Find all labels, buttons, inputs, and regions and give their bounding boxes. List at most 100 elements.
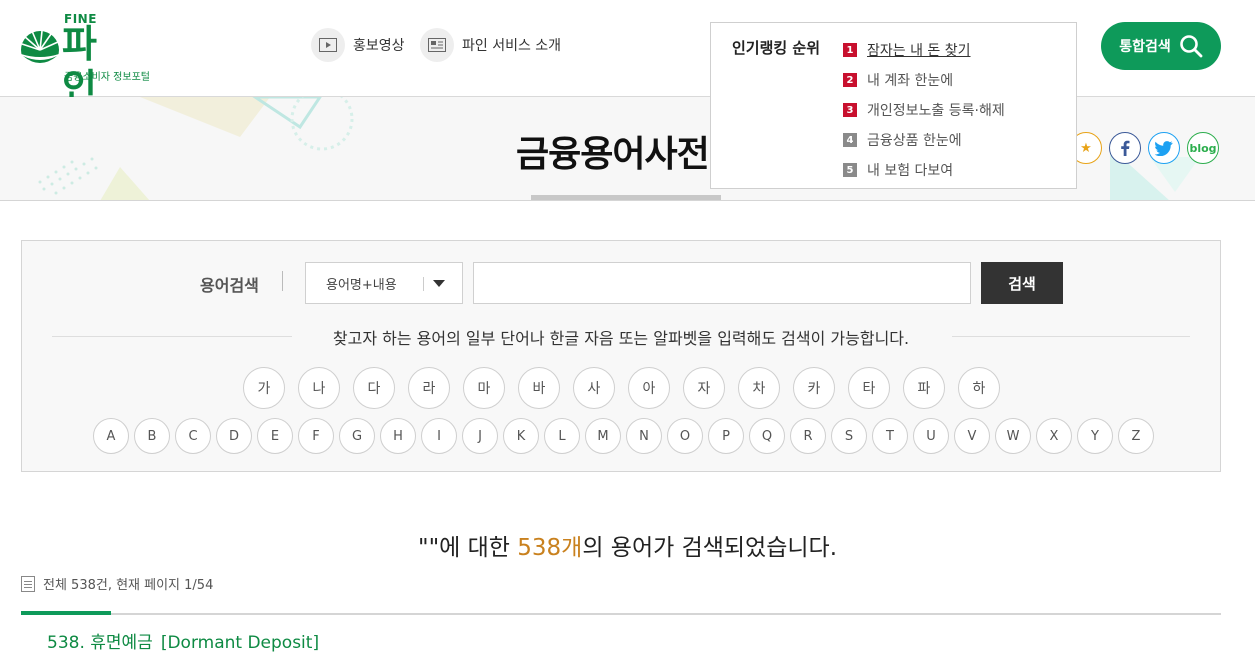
alphabet-filter-button[interactable]: C	[175, 418, 211, 454]
promo-video-link[interactable]: 홍보영상	[311, 28, 405, 62]
service-intro-link[interactable]: 파인 서비스 소개	[420, 28, 561, 62]
korean-filter-button[interactable]: 타	[848, 367, 890, 409]
korean-filter-button[interactable]: 가	[243, 367, 285, 409]
fine-logo[interactable]: FINE 파 인 금융소비자 정보포털	[20, 12, 160, 110]
korean-filter-button[interactable]: 라	[408, 367, 450, 409]
alphabet-filter-button[interactable]: A	[93, 418, 129, 454]
alphabet-filter-button[interactable]: I	[421, 418, 457, 454]
result-count: 538개	[517, 535, 583, 561]
ranking-item[interactable]: 5 내 보험 다보여	[843, 155, 1005, 185]
select-divider	[423, 277, 424, 291]
alphabet-filter-button[interactable]: J	[462, 418, 498, 454]
alphabet-filter-button[interactable]: T	[872, 418, 908, 454]
rank-number-badge: 3	[843, 103, 857, 117]
search-scope-value: 용어명+내용	[326, 277, 397, 293]
result-heading-suffix: 의 용어가 검색되었습니다.	[582, 535, 838, 561]
alphabet-filter-button[interactable]: K	[503, 418, 539, 454]
popular-ranking-panel: 인기랭킹 순위 1 잠자는 내 돈 찾기 2 내 계좌 한눈에 3 개인정보노출…	[710, 22, 1077, 189]
alphabet-filter-button[interactable]: U	[913, 418, 949, 454]
chevron-down-icon	[433, 280, 445, 287]
service-intro-label: 파인 서비스 소개	[462, 38, 562, 54]
result-divider-accent	[21, 611, 111, 615]
korean-filter-button[interactable]: 하	[958, 367, 1000, 409]
alphabet-filter-button[interactable]: D	[216, 418, 252, 454]
ranking-item-label: 개인정보노출 등록·해제	[867, 103, 1005, 119]
alphabet-filter-button[interactable]: Z	[1118, 418, 1154, 454]
label-divider	[282, 271, 283, 291]
title-underline	[531, 195, 721, 200]
alphabet-filter-button[interactable]: M	[585, 418, 621, 454]
result-meta: 전체 538건, 현재 페이지 1/54	[21, 574, 213, 593]
korean-filter-button[interactable]: 파	[903, 367, 945, 409]
korean-filter-button[interactable]: 사	[573, 367, 615, 409]
result-term-link[interactable]: 538. 휴면예금 [Dormant Deposit]	[47, 628, 319, 653]
korean-filter-button[interactable]: 자	[683, 367, 725, 409]
result-summary-heading: ""에 대한 538개의 용어가 검색되었습니다.	[0, 528, 1255, 562]
ranking-item[interactable]: 3 개인정보노출 등록·해제	[843, 95, 1005, 125]
alphabet-filter-button[interactable]: X	[1036, 418, 1072, 454]
alphabet-filter-button[interactable]: P	[708, 418, 744, 454]
play-icon	[311, 28, 345, 62]
ranking-list: 1 잠자는 내 돈 찾기 2 내 계좌 한눈에 3 개인정보노출 등록·해제 4…	[843, 35, 1005, 185]
alphabet-filter-button[interactable]: Y	[1077, 418, 1113, 454]
search-hint-text: 찾고자 하는 용어의 일부 단어나 한글 자음 또는 알파벳을 입력해도 검색이…	[318, 329, 924, 348]
result-term-title: 538. 휴면예금	[47, 633, 153, 653]
alphabet-filter-button[interactable]: B	[134, 418, 170, 454]
search-icon	[1179, 35, 1203, 58]
result-meta-text: 전체 538건, 현재 페이지 1/54	[43, 578, 214, 593]
term-search-input[interactable]	[473, 262, 971, 304]
integrated-search-button[interactable]: 통합검색	[1101, 22, 1221, 70]
blog-icon[interactable]: blog	[1187, 132, 1219, 164]
page-title: 금융용어사전	[516, 134, 710, 175]
alphabet-filter-button[interactable]: Q	[749, 418, 785, 454]
result-term-english: [Dormant Deposit]	[160, 633, 320, 653]
result-heading-prefix: ""에 대한	[417, 535, 518, 561]
rank-number-badge: 5	[843, 163, 857, 177]
facebook-icon[interactable]	[1109, 132, 1141, 164]
korean-filter-button[interactable]: 아	[628, 367, 670, 409]
twitter-icon[interactable]	[1148, 132, 1180, 164]
ranking-item[interactable]: 1 잠자는 내 돈 찾기	[843, 35, 1005, 65]
ranking-item[interactable]: 2 내 계좌 한눈에	[843, 65, 1005, 95]
korean-filter-button[interactable]: 카	[793, 367, 835, 409]
alphabet-filter-button[interactable]: G	[339, 418, 375, 454]
integrated-search-label: 통합검색	[1119, 39, 1171, 55]
search-hint: 찾고자 하는 용어의 일부 단어나 한글 자음 또는 알파벳을 입력해도 검색이…	[22, 325, 1220, 349]
korean-filter-button[interactable]: 다	[353, 367, 395, 409]
search-scope-select[interactable]: 용어명+내용	[305, 262, 463, 304]
logo-mark-icon	[21, 30, 59, 70]
korean-filter-button[interactable]: 나	[298, 367, 340, 409]
rank-number-badge: 4	[843, 133, 857, 147]
korean-filter-button[interactable]: 차	[738, 367, 780, 409]
alphabet-filter-button[interactable]: S	[831, 418, 867, 454]
rank-number-badge: 2	[843, 73, 857, 87]
ranking-item-label: 내 보험 다보여	[867, 163, 954, 179]
newspaper-icon	[420, 28, 454, 62]
alphabet-filter-button[interactable]: O	[667, 418, 703, 454]
result-divider	[21, 613, 1221, 615]
alphabet-filter-button[interactable]: L	[544, 418, 580, 454]
promo-video-label: 홍보영상	[353, 38, 405, 54]
korean-initial-filter: 가 나 다 라 마 바 사 아 자 차 카 타 파 하	[243, 367, 1000, 409]
alphabet-filter-button[interactable]: E	[257, 418, 293, 454]
term-search-panel: 용어검색 용어명+내용 검색 찾고자 하는 용어의 일부 단어나 한글 자음 또…	[21, 240, 1221, 472]
alphabet-filter-button[interactable]: N	[626, 418, 662, 454]
korean-filter-button[interactable]: 마	[463, 367, 505, 409]
ranking-item-label: 내 계좌 한눈에	[867, 73, 954, 89]
korean-filter-button[interactable]: 바	[518, 367, 560, 409]
site-header: FINE 파 인 금융소비자 정보포털 홍보영상 파인 서비스 소개 인기랭킹 …	[0, 0, 1255, 189]
alphabet-filter: A B C D E F G H I J K L M N O P Q R S T …	[93, 418, 1154, 454]
ranking-item-label: 잠자는 내 돈 찾기	[867, 43, 971, 59]
search-submit-button[interactable]: 검색	[981, 262, 1063, 304]
ranking-item[interactable]: 4 금융상품 한눈에	[843, 125, 1005, 155]
logo-subtitle: 금융소비자 정보포털	[64, 72, 150, 83]
term-search-label: 용어검색	[200, 276, 259, 295]
alphabet-filter-button[interactable]: V	[954, 418, 990, 454]
rank-number-badge: 1	[843, 43, 857, 57]
alphabet-filter-button[interactable]: R	[790, 418, 826, 454]
document-icon	[21, 575, 35, 592]
alphabet-filter-button[interactable]: W	[995, 418, 1031, 454]
alphabet-filter-button[interactable]: H	[380, 418, 416, 454]
alphabet-filter-button[interactable]: F	[298, 418, 334, 454]
ranking-title: 인기랭킹 순위	[732, 39, 821, 57]
